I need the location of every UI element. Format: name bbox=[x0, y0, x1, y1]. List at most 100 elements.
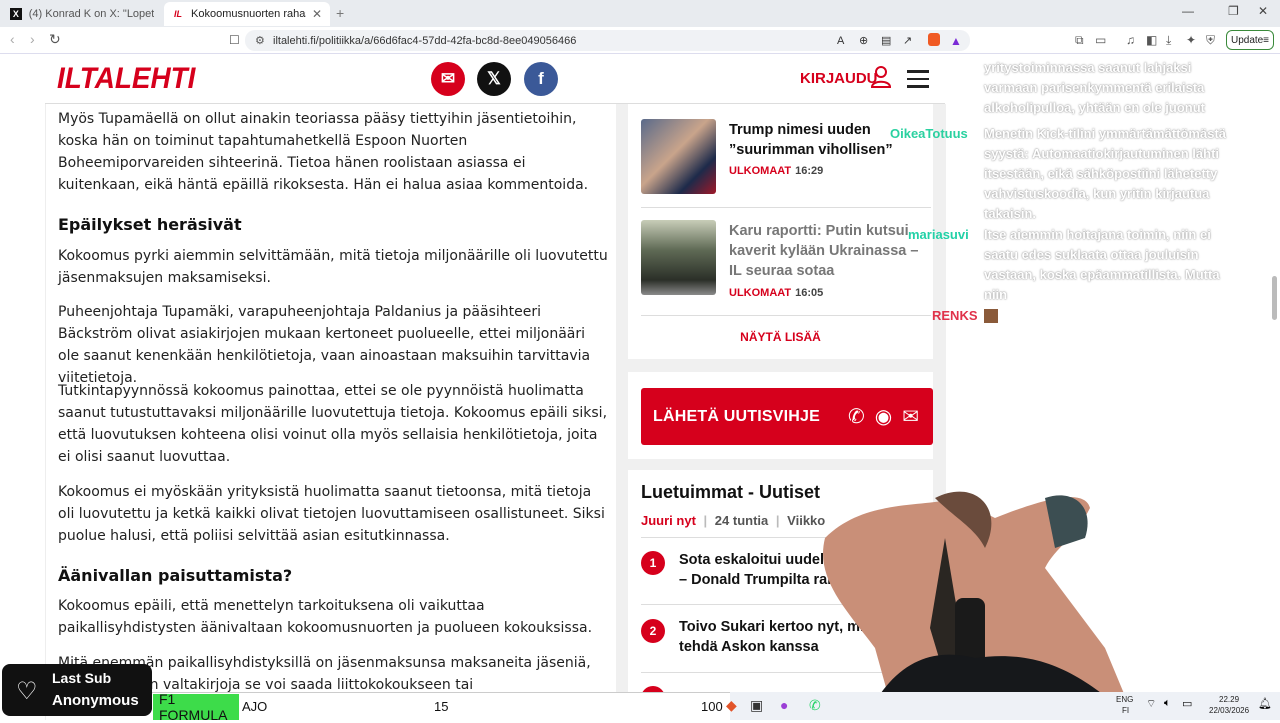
chat-username: RENKS bbox=[932, 308, 978, 323]
tip-icons: ✆ ◉ ✉ bbox=[848, 404, 919, 429]
clock-date[interactable]: 22/03/2026 bbox=[1209, 706, 1249, 715]
facebook-share-icon[interactable]: f bbox=[524, 62, 558, 96]
last-sub-badge: ♡ Last Sub Anonymous bbox=[2, 664, 152, 716]
send-tip-button[interactable]: LÄHETÄ UUTISVIHJE ✆ ◉ ✉ bbox=[641, 388, 933, 445]
chat-message: saatu edes suklaata ottaa jouluisin bbox=[984, 247, 1199, 262]
tab-24h[interactable]: 24 tuntia bbox=[715, 513, 768, 528]
news-thumbnail[interactable] bbox=[641, 119, 716, 194]
chat-message: varmaan parisenkymmentä erilaista bbox=[984, 80, 1205, 95]
battery-icon[interactable]: ▭ bbox=[1182, 697, 1192, 710]
article-paragraph: Kokoomus epäili, että menettelyn tarkoit… bbox=[58, 598, 593, 636]
chat-message: vahvistuskoodia, kun yritin kirjautua bbox=[984, 186, 1210, 201]
language-sub: FI bbox=[1122, 706, 1130, 715]
address-bar[interactable]: ⚙ iltalehti.fi/politiikka/a/66d6fac4-57d… bbox=[245, 30, 970, 51]
terminal-icon[interactable]: ▣ bbox=[750, 697, 763, 714]
tab-now[interactable]: Juuri nyt bbox=[641, 513, 696, 528]
browser-tab-iltalehti[interactable]: IL Kokoomusnuorten rahasotkusta... ✕ bbox=[164, 2, 330, 26]
divider bbox=[641, 207, 931, 208]
tab-label: Kokoomusnuorten rahasotkusta... bbox=[191, 8, 306, 20]
most-read-tabs: Juuri nyt | 24 tuntia | Viikko bbox=[641, 513, 826, 528]
article-paragraph: Kokoomus ei myöskään yrityksistä huolima… bbox=[58, 484, 605, 544]
chat-message: itsestään, eikä sähköpostiini lähetetty bbox=[984, 166, 1218, 181]
article-paragraph: Tutkintapyynnössä kokoomus painottaa, et… bbox=[58, 383, 608, 465]
whatsapp-icon: ✆ bbox=[848, 406, 865, 428]
language-indicator[interactable]: ENG bbox=[1116, 695, 1133, 704]
forward-icon[interactable]: › bbox=[30, 31, 35, 47]
back-icon[interactable]: ‹ bbox=[10, 31, 15, 47]
chat-emote-icon bbox=[984, 309, 998, 323]
login-link[interactable]: KIRJAUDU bbox=[800, 70, 878, 87]
rank-badge: 2 bbox=[641, 619, 665, 643]
tip-box: LÄHETÄ UUTISVIHJE ✆ ◉ ✉ bbox=[628, 372, 933, 459]
article-subheading: Äänivallan paisuttamista? bbox=[58, 566, 293, 585]
chat-message: alkoholipulloa, yhtään en ole juonut bbox=[984, 100, 1206, 115]
chat-message: niin bbox=[984, 287, 1008, 302]
browser-tab-bar: X (4) Konrad K on X: "Lopettakaa nolla..… bbox=[0, 0, 1280, 27]
chat-message: Menetin Kick-tilini ymmärtämättömästä bbox=[984, 126, 1227, 141]
wifi-icon[interactable]: ⌔ bbox=[1146, 697, 1156, 711]
article-paragraph: Kokoomus pyrki aiemmin selvittämään, mit… bbox=[58, 248, 608, 286]
chat-message: vastaan, koska epäammatillista. Mutta bbox=[984, 267, 1220, 282]
site-info-icon[interactable]: ⚙ bbox=[255, 34, 265, 47]
minimize-button[interactable]: — bbox=[1182, 4, 1194, 18]
mail-share-icon[interactable]: ✉ bbox=[431, 62, 465, 96]
reader-icon[interactable]: ▤ bbox=[881, 34, 891, 47]
ticker-driver: AJO bbox=[242, 699, 268, 714]
chat-message: Itse aiemmin hoitajana toimin, niin ei bbox=[984, 227, 1211, 242]
reload-icon[interactable]: ↻ bbox=[49, 31, 61, 48]
article-paragraph: Puheenjohtaja Tupamäki, varapuheenjohtaj… bbox=[58, 304, 591, 386]
last-sub-name: Anonymous bbox=[52, 692, 139, 709]
x-favicon-icon: X bbox=[10, 8, 22, 20]
camera-icon: ◉ bbox=[874, 406, 893, 428]
hamburger-menu-icon[interactable] bbox=[907, 70, 929, 93]
tab-label: (4) Konrad K on X: "Lopettakaa nolla... bbox=[28, 8, 154, 20]
translate-icon[interactable]: A bbox=[837, 35, 844, 47]
zoom-icon[interactable]: ⊕ bbox=[859, 34, 868, 47]
url-text: iltalehti.fi/politiikka/a/66d6fac4-57dd-… bbox=[273, 34, 577, 47]
user-icon[interactable] bbox=[871, 66, 891, 88]
x-share-icon[interactable]: 𝕏 bbox=[477, 62, 511, 96]
last-sub-label: Last Sub bbox=[52, 670, 112, 686]
window-close-button[interactable]: ✕ bbox=[1258, 4, 1268, 18]
share-icon[interactable]: ↗ bbox=[903, 34, 912, 47]
ticker-tag: F1 FORMULA bbox=[153, 691, 239, 723]
divider bbox=[641, 315, 931, 316]
mail-icon: ✉ bbox=[902, 406, 919, 428]
clock-time[interactable]: 22.29 bbox=[1219, 695, 1239, 704]
obs-icon[interactable]: ● bbox=[780, 697, 788, 713]
close-tab-icon[interactable]: ✕ bbox=[312, 7, 322, 21]
rank-badge: 1 bbox=[641, 551, 665, 575]
article-body: Myös Tupamäellä on ollut ainakin teorias… bbox=[45, 104, 615, 720]
f1-ticker: F1 FORMULA AJO 15 100 bbox=[152, 691, 730, 723]
stream-chat-overlay: yritystoiminnassa saanut lahjaksi varmaa… bbox=[890, 44, 1280, 334]
site-header: ILTALEHTI ✉ 𝕏 f KIRJAUDU bbox=[45, 54, 945, 104]
chat-username: OikeaTotuus bbox=[890, 126, 968, 141]
new-tab-button[interactable]: + bbox=[336, 5, 344, 21]
notification-icon[interactable]: 🔔︎ bbox=[1258, 697, 1272, 710]
taskbar: ◆ ▣ ● ✆ ENG FI ⌔ 🔈︎ ▭ 22.29 22/03/2026 🔔… bbox=[726, 692, 1280, 720]
most-read-title: Luetuimmat - Uutiset bbox=[641, 482, 821, 502]
news-thumbnail[interactable] bbox=[641, 220, 716, 295]
volume-icon[interactable]: 🔈︎ bbox=[1164, 697, 1171, 710]
ticker-value: 100 bbox=[701, 699, 723, 714]
chat-username: mariasuvi bbox=[908, 227, 969, 242]
show-more-link[interactable]: NÄYTÄ LISÄÄ bbox=[628, 330, 933, 344]
iltalehti-logo[interactable]: ILTALEHTI bbox=[57, 62, 195, 96]
news-meta: ULKOMAAT 16:29 bbox=[729, 165, 824, 177]
whatsapp-taskbar-icon[interactable]: ✆ bbox=[809, 697, 821, 714]
news-title[interactable]: Karu raportti: Putin kutsui kaverit kylä… bbox=[729, 221, 934, 281]
chat-message: yritystoiminnassa saanut lahjaksi bbox=[984, 60, 1192, 75]
streamer-webcam bbox=[823, 491, 1135, 720]
brave-shield-icon[interactable] bbox=[928, 33, 940, 46]
heart-icon: ♡ bbox=[16, 678, 38, 705]
brave-rewards-icon[interactable]: ▲ bbox=[950, 34, 962, 48]
article-subheading: Epäilykset heräsivät bbox=[58, 215, 242, 234]
browser-tab-x[interactable]: X (4) Konrad K on X: "Lopettakaa nolla..… bbox=[2, 2, 162, 26]
bookmark-icon[interactable]: ☐ bbox=[229, 33, 240, 47]
latest-news-box: Trump nimesi uuden ”suurimman vihollisen… bbox=[628, 104, 933, 359]
chat-message: syystä: Automaatiokirjautuminen lähti bbox=[984, 146, 1220, 161]
iltalehti-favicon-icon: IL bbox=[172, 8, 184, 20]
news-meta: ULKOMAAT 16:05 bbox=[729, 287, 824, 299]
maximize-button[interactable]: ❐ bbox=[1228, 4, 1239, 18]
brave-taskbar-icon[interactable]: ◆ bbox=[726, 697, 737, 714]
